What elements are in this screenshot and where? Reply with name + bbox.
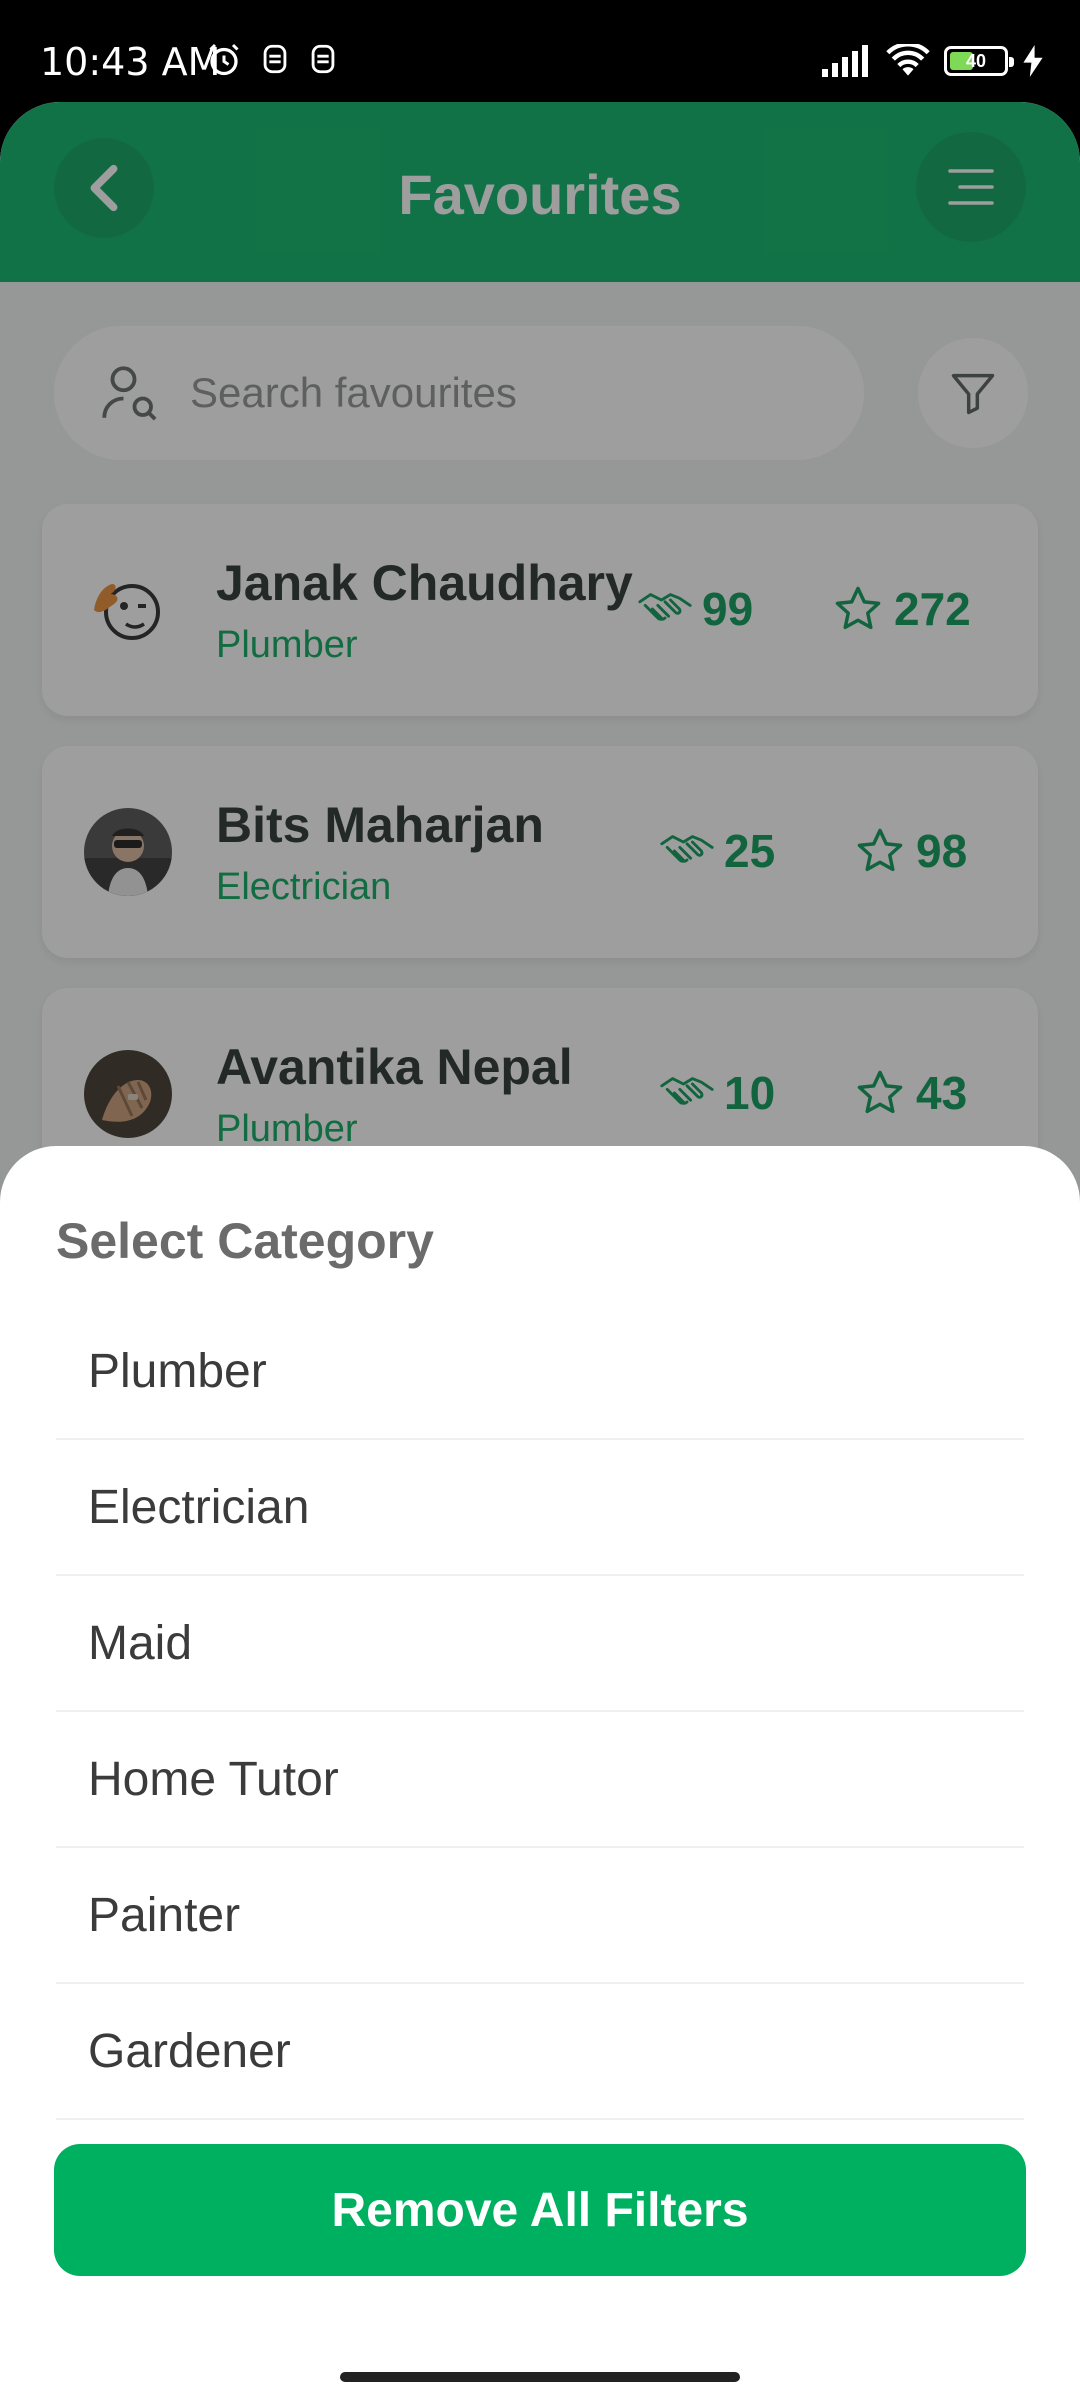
category-option-gardener[interactable]: Gardener xyxy=(56,1984,1024,2120)
category-option-plumber[interactable]: Plumber xyxy=(56,1304,1024,1440)
signal-icon xyxy=(822,45,868,77)
wifi-icon xyxy=(886,44,930,76)
status-time: 10:43 AM xyxy=(40,40,221,84)
category-option-electrician[interactable]: Electrician xyxy=(56,1440,1024,1576)
sheet-title: Select Category xyxy=(56,1213,434,1269)
battery-level: 40 xyxy=(965,50,987,71)
remove-all-filters-button[interactable]: Remove All Filters xyxy=(54,2144,1026,2276)
alarm-icon xyxy=(209,43,239,76)
home-indicator[interactable] xyxy=(340,2372,740,2382)
category-option-home-tutor[interactable]: Home Tutor xyxy=(56,1712,1024,1848)
category-option-painter[interactable]: Painter xyxy=(56,1848,1024,1984)
status-notification-icons xyxy=(206,42,338,78)
app-notification-icon xyxy=(263,44,287,74)
status-system-icons: 40 xyxy=(822,44,1044,78)
app-notification-icon xyxy=(311,44,335,74)
category-bottom-sheet: Select Category Plumber Electrician Maid… xyxy=(0,1146,1080,2400)
category-list: Plumber Electrician Maid Home Tutor Pain… xyxy=(56,1304,1024,2120)
charging-icon xyxy=(1023,45,1043,77)
category-option-maid[interactable]: Maid xyxy=(56,1576,1024,1712)
battery-icon: 40 xyxy=(944,46,1014,76)
